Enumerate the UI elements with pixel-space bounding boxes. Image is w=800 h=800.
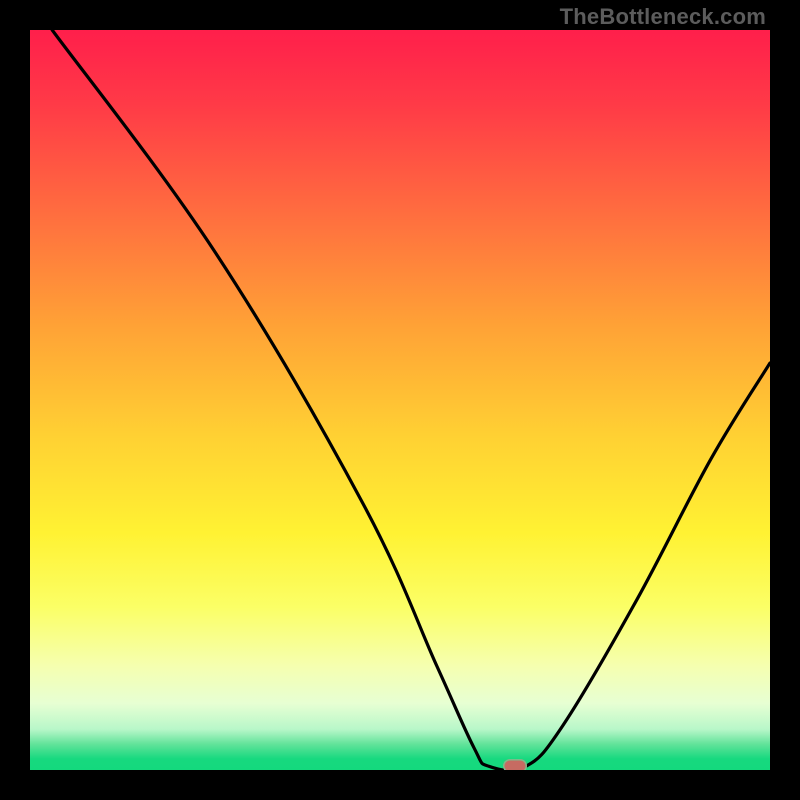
plot-area [30, 30, 770, 770]
watermark-label: TheBottleneck.com [560, 4, 766, 30]
chart-frame: TheBottleneck.com [0, 0, 800, 800]
optimal-marker [503, 759, 527, 770]
bottleneck-curve [30, 30, 770, 770]
